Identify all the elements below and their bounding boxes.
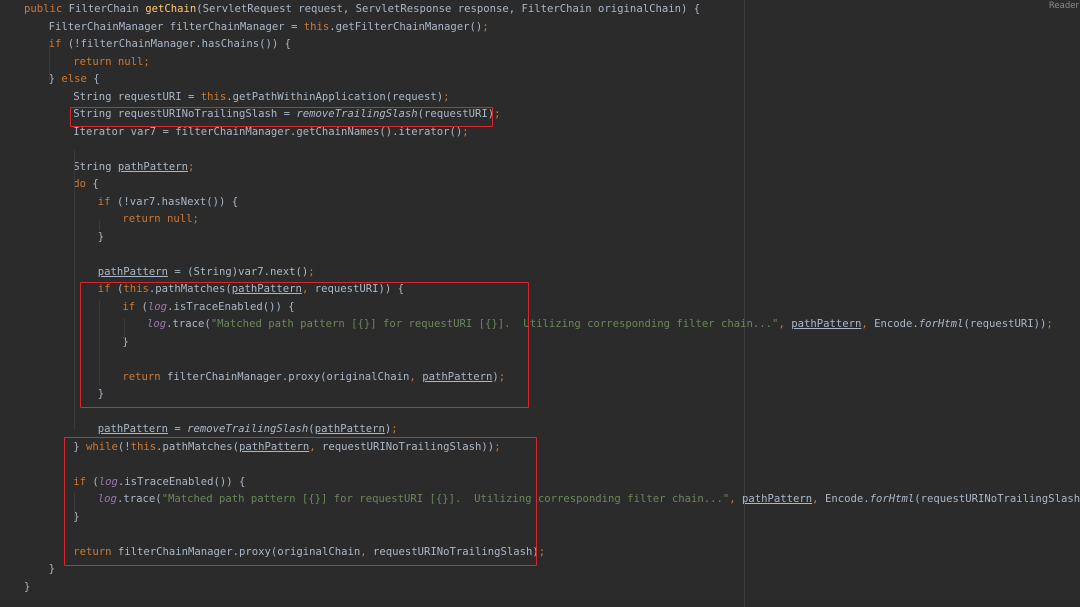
code-token: .getFilterChainManager()	[329, 20, 483, 33]
code-token: Encode.	[824, 493, 870, 505]
code-token: ,	[778, 318, 792, 330]
code-token: return null;	[122, 213, 199, 225]
code-editor[interactable]: Reader public FilterChain getChain(Servl…	[0, 0, 1080, 607]
code-line: pathPattern = removeTrailingSlash(pathPa…	[98, 421, 398, 439]
code-token: pathPattern	[97, 265, 168, 278]
code-token: this	[200, 90, 227, 103]
highlight-box-path-match	[80, 282, 529, 408]
code-line: public FilterChain getChain(ServletReque…	[24, 1, 700, 19]
code-line: FilterChainManager filterChainManager = …	[49, 19, 489, 37]
code-token: ;	[443, 90, 450, 103]
code-token: removeTrailingSlash	[187, 423, 309, 435]
code-token: return null;	[73, 55, 150, 68]
code-token: ;	[482, 20, 489, 33]
code-token: String requestURI =	[73, 90, 201, 103]
code-token: ,	[729, 493, 742, 505]
highlight-box-while-loop	[64, 437, 537, 566]
code-token: }	[48, 73, 62, 85]
code-token: pathPattern	[791, 318, 862, 330]
code-token: {	[93, 73, 100, 85]
code-token: ;	[391, 423, 398, 435]
code-token: (requestURINoTrailingSlash))	[914, 493, 1080, 505]
code-token: ;	[538, 545, 546, 558]
code-token: String	[73, 160, 118, 173]
code-line: if (!filterChainManager.hasChains()) {	[49, 36, 291, 54]
highlight-box-trailing-slash	[70, 107, 493, 127]
code-token: }	[24, 580, 31, 593]
code-token: ;	[462, 125, 469, 138]
code-token: FilterChainManager filterChainManager =	[48, 20, 304, 33]
code-token: else	[61, 73, 94, 85]
code-token: }	[48, 563, 55, 575]
code-token: ,	[861, 318, 875, 330]
code-token: = (String)var7.next()	[167, 265, 309, 278]
code-token: this	[303, 20, 330, 33]
code-line: }	[24, 579, 30, 597]
code-token: pathPattern	[97, 423, 168, 435]
code-token: pathPattern	[117, 160, 189, 173]
code-token: forHtml	[918, 318, 964, 330]
code-line: }	[49, 561, 55, 579]
right-margin-guide	[744, 0, 745, 607]
code-line: do {	[73, 176, 99, 194]
code-token: (!filterChainManager.hasChains()) {	[67, 38, 291, 50]
code-token: .getPathWithinApplication(request)	[226, 90, 444, 103]
code-token: pathPattern	[314, 423, 385, 435]
code-token: Iterator var7 = filterChainManager.getCh…	[73, 125, 463, 138]
code-token: Encode.	[874, 318, 919, 330]
indent-guide	[49, 44, 50, 80]
code-token: if	[97, 195, 117, 208]
code-token: ,	[812, 493, 825, 505]
code-line: }	[98, 229, 104, 247]
code-line: String pathPattern;	[73, 159, 194, 177]
code-line: return null;	[73, 54, 150, 72]
code-line: } else {	[49, 71, 100, 89]
code-token: pathPattern	[742, 493, 813, 505]
indent-guide	[74, 150, 75, 430]
code-token: ;	[308, 265, 315, 278]
code-token: (requestURI))	[963, 318, 1047, 330]
reader-mode-toggle[interactable]: Reader	[1049, 1, 1079, 11]
code-token: if	[48, 38, 68, 50]
code-token: {	[92, 178, 99, 190]
code-line: if (!var7.hasNext()) {	[98, 194, 238, 212]
code-line: String requestURI = this.getPathWithinAp…	[73, 89, 449, 107]
code-line: pathPattern = (String)var7.next();	[98, 264, 315, 282]
code-token: }	[97, 230, 105, 243]
code-token: getChain	[145, 3, 197, 15]
code-token: (!var7.hasNext()) {	[116, 195, 239, 208]
code-token: (ServletRequest request, ServletResponse…	[196, 3, 701, 15]
indent-guide	[99, 220, 100, 230]
code-token: forHtml	[869, 493, 915, 505]
code-token: ;	[494, 108, 501, 120]
code-token: =	[167, 423, 188, 435]
code-token: ;	[188, 160, 195, 173]
code-token: FilterChain	[68, 3, 146, 15]
code-token: ;	[1046, 318, 1053, 330]
code-token: do	[73, 178, 93, 190]
code-token: public	[24, 3, 69, 15]
code-line: return null;	[122, 211, 199, 229]
